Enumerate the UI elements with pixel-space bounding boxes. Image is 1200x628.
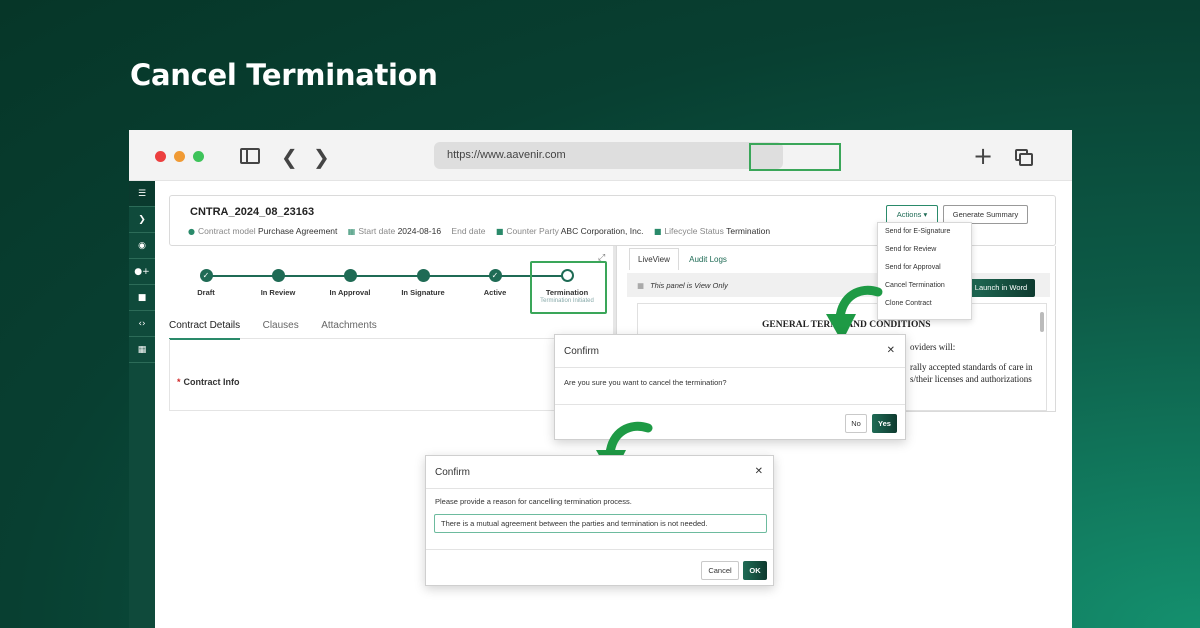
tab-clauses[interactable]: Clauses: [263, 320, 299, 338]
doc-line: s/their licenses and authorizations: [910, 374, 1032, 384]
code-icon[interactable]: ‹›: [129, 311, 155, 337]
menu-item-send-approval[interactable]: Send for Approval: [878, 259, 971, 277]
step-draft: ✓ Draft: [166, 269, 246, 297]
app-sidebar: ☰ ❯ ◉ ●+ ■ ‹› ▦: [129, 181, 155, 628]
reason-input[interactable]: [434, 514, 767, 533]
back-icon[interactable]: ❮: [281, 145, 298, 169]
calendar-icon: ▦: [347, 227, 356, 236]
book-icon: ■: [495, 227, 504, 236]
menu-item-clone-contract[interactable]: Clone Contract: [878, 295, 971, 313]
user-icon: ●: [188, 227, 195, 236]
yes-button[interactable]: Yes: [872, 414, 897, 433]
browser-toolbar: ❮ ❯ https://www.aavenir.com +: [129, 130, 1072, 181]
view-only-note: ■ This panel is View Only: [637, 281, 728, 290]
tab-audit-logs[interactable]: Audit Logs: [681, 249, 735, 270]
model-label: Contract model: [197, 226, 256, 236]
dialog-footer: Cancel OK: [426, 549, 773, 587]
add-user-icon[interactable]: ●+: [129, 259, 155, 285]
no-button[interactable]: No: [845, 414, 867, 433]
lifecycle-status-label: Lifecycle Status: [664, 226, 724, 236]
minimize-window-dot[interactable]: [174, 151, 185, 162]
cancel-termination-highlight: [749, 143, 841, 171]
close-window-dot[interactable]: [155, 151, 166, 162]
step-in-signature: In Signature: [383, 269, 463, 297]
start-date-label: Start date: [358, 226, 396, 236]
doc-line: oviders will:: [910, 342, 956, 352]
dialog-message: Are you sure you want to cancel the term…: [564, 378, 727, 387]
termination-step-highlight: [530, 261, 607, 314]
step-label: In Approval: [329, 288, 371, 297]
step-label: In Signature: [401, 288, 445, 297]
step-label: Active: [483, 288, 507, 297]
contract-id: CNTRA_2024_08_23163: [190, 206, 315, 218]
doc-scrollbar[interactable]: [1040, 312, 1044, 332]
grid-icon[interactable]: ▦: [129, 337, 155, 363]
tab-live-view[interactable]: LiveView: [629, 248, 679, 270]
step-active: ✓ Active: [455, 269, 535, 297]
counter-party-value: ABC Corporation, Inc.: [560, 226, 644, 236]
close-icon[interactable]: ✕: [755, 466, 763, 477]
model-value: Purchase Agreement: [258, 226, 338, 236]
dialog-title: Confirm: [435, 467, 471, 478]
dialog-title: Confirm: [564, 346, 600, 357]
detail-tabs: Contract Details Clauses Attachments: [169, 315, 612, 340]
check-icon: ✓: [199, 269, 213, 282]
check-icon: ✓: [488, 269, 502, 282]
cancellation-reason-dialog: Confirm ✕ Please provide a reason for ca…: [425, 455, 774, 586]
contract-meta: ● Contract model Purchase Agreement ▦ Star…: [188, 226, 778, 236]
start-date-value: 2024-08-16: [397, 226, 442, 236]
tab-attachments[interactable]: Attachments: [321, 320, 377, 338]
step-label: In Review: [260, 288, 296, 297]
address-bar[interactable]: https://www.aavenir.com: [434, 142, 783, 169]
dialog-header: Confirm ✕: [555, 335, 905, 368]
tab-contract-details[interactable]: Contract Details: [169, 320, 241, 340]
menu-item-send-e-signature[interactable]: Send for E-Signature: [878, 223, 971, 241]
actions-dropdown: Send for E-Signature Send for Review Sen…: [877, 222, 972, 320]
step-in-approval: In Approval: [310, 269, 390, 297]
launch-in-word-button[interactable]: Launch in Word: [967, 279, 1035, 297]
expand-chevron-icon[interactable]: ❯: [129, 207, 155, 233]
step-label: Draft: [197, 288, 215, 297]
contract-info-label: Contract Info: [183, 377, 240, 387]
hero-title: Cancel Termination: [130, 58, 438, 92]
lifecycle-status-value: Termination: [726, 226, 771, 236]
forward-icon[interactable]: ❯: [313, 145, 330, 169]
ok-button[interactable]: OK: [743, 561, 767, 580]
menu-item-cancel-termination[interactable]: Cancel Termination: [878, 277, 971, 295]
step-dot: [416, 269, 430, 282]
tabs-overview-icon[interactable]: [1015, 149, 1033, 166]
view-only-text: This panel is View Only: [650, 281, 728, 290]
step-dot: [271, 269, 285, 282]
step-dot: [343, 269, 357, 282]
dialog-header: Confirm ✕: [426, 456, 773, 489]
close-icon[interactable]: ✕: [887, 345, 895, 356]
book-icon: ■: [653, 227, 662, 236]
contract-details-panel: * Contract Info: [169, 339, 612, 411]
counter-party-label: Counter Party: [506, 226, 559, 236]
video-icon: ■: [637, 281, 645, 290]
maximize-window-dot[interactable]: [193, 151, 204, 162]
end-date-label: End date: [451, 226, 486, 236]
menu-item-send-review[interactable]: Send for Review: [878, 241, 971, 259]
new-tab-icon[interactable]: +: [973, 142, 993, 170]
book-icon[interactable]: ■: [129, 285, 155, 311]
sidebar-toggle-icon[interactable]: [240, 148, 260, 164]
doc-line: rally accepted standards of care in: [910, 362, 1033, 372]
dialog-message: Please provide a reason for cancelling t…: [435, 497, 632, 506]
contract-info-heading[interactable]: * Contract Info: [177, 377, 240, 387]
users-icon[interactable]: ◉: [129, 233, 155, 259]
step-in-review: In Review: [238, 269, 318, 297]
menu-icon[interactable]: ☰: [129, 181, 155, 207]
right-pane-tabs: LiveView Audit Logs: [629, 248, 735, 270]
cancel-button[interactable]: Cancel: [701, 561, 739, 580]
